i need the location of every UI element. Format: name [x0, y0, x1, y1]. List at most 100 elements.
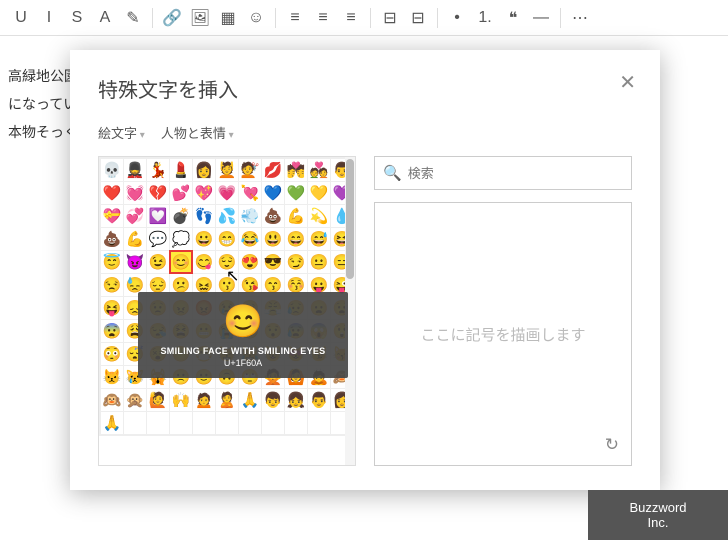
toolbar-btn[interactable]: 1. [472, 5, 498, 31]
toolbar-btn[interactable]: ⊟ [405, 5, 431, 31]
search-box[interactable]: 🔍 [374, 156, 632, 190]
emoji-cell[interactable]: 💟 [147, 205, 169, 227]
emoji-cell[interactable]: 🙉 [101, 389, 123, 411]
emoji-cell[interactable] [124, 412, 146, 434]
toolbar-btn[interactable]: S [64, 5, 90, 31]
toolbar-btn[interactable]: 🖼 [187, 5, 213, 31]
emoji-cell[interactable]: 💆 [216, 159, 238, 181]
emoji-cell[interactable]: 🙍 [193, 389, 215, 411]
emoji-cell[interactable]: 🙋 [147, 389, 169, 411]
emoji-cell[interactable]: 👣 [193, 205, 215, 227]
toolbar-btn[interactable]: • [444, 5, 470, 31]
emoji-cell[interactable]: 💔 [147, 182, 169, 204]
toolbar-btn[interactable]: ✎ [120, 5, 146, 31]
emoji-cell[interactable]: 💝 [101, 205, 123, 227]
emoji-cell[interactable]: 💫 [308, 205, 330, 227]
emoji-cell[interactable]: 👩 [193, 159, 215, 181]
emoji-cell[interactable]: 💩 [101, 228, 123, 250]
emoji-cell[interactable]: 😃 [262, 228, 284, 250]
emoji-cell[interactable]: 💞 [124, 205, 146, 227]
emoji-cell[interactable]: 💀 [101, 159, 123, 181]
emoji-cell[interactable]: 💏 [285, 159, 307, 181]
toolbar-btn[interactable]: ▦ [215, 5, 241, 31]
emoji-cell[interactable] [239, 412, 261, 434]
emoji-cell[interactable]: 😨 [101, 320, 123, 342]
emoji-cell[interactable]: 💄 [170, 159, 192, 181]
emoji-cell[interactable]: 💋 [262, 159, 284, 181]
emoji-cell[interactable]: 💇 [239, 159, 261, 181]
emoji-cell[interactable] [193, 412, 215, 434]
emoji-cell[interactable]: 😝 [101, 297, 123, 319]
emoji-cell[interactable]: 😒 [101, 274, 123, 296]
toolbar-btn[interactable]: I [36, 5, 62, 31]
emoji-cell[interactable]: 💙 [262, 182, 284, 204]
emoji-cell[interactable]: 🙏 [239, 389, 261, 411]
toolbar-btn[interactable]: ⊟ [377, 5, 403, 31]
scrollbar-thumb[interactable] [346, 159, 354, 279]
emoji-cell[interactable]: 😉 [147, 251, 169, 273]
emoji-cell[interactable]: 💭 [170, 228, 192, 250]
toolbar-btn[interactable]: ❝ [500, 5, 526, 31]
emoji-cell[interactable]: ❤️ [101, 182, 123, 204]
emoji-cell[interactable] [147, 412, 169, 434]
emoji-cell[interactable]: 💑 [308, 159, 330, 181]
emoji-cell[interactable]: 😐 [308, 251, 330, 273]
emoji-cell[interactable]: 💨 [239, 205, 261, 227]
emoji-cell[interactable]: 💃 [147, 159, 169, 181]
toolbar-btn[interactable]: 🔗 [159, 5, 185, 31]
emoji-cell[interactable]: 💛 [308, 182, 330, 204]
emoji-cell[interactable]: 😏 [285, 251, 307, 273]
toolbar-btn[interactable]: ≡ [282, 5, 308, 31]
category-selector-main[interactable]: 絵文字 [98, 123, 145, 142]
emoji-cell[interactable]: 💩 [262, 205, 284, 227]
emoji-cell[interactable]: 😳 [101, 343, 123, 365]
emoji-cell[interactable]: 😀 [193, 228, 215, 250]
emoji-cell[interactable]: 😎 [262, 251, 284, 273]
toolbar-btn[interactable]: A [92, 5, 118, 31]
emoji-cell[interactable]: 💘 [239, 182, 261, 204]
emoji-cell[interactable] [216, 412, 238, 434]
toolbar-btn[interactable]: ⋯ [567, 5, 593, 31]
toolbar-btn[interactable]: ☺ [243, 5, 269, 31]
draw-area[interactable]: ここに記号を描画します ↻ [374, 202, 632, 466]
toolbar-btn[interactable]: ≡ [338, 5, 364, 31]
emoji-cell[interactable]: 👨 [308, 389, 330, 411]
emoji-cell[interactable]: 💪 [124, 228, 146, 250]
emoji-cell[interactable] [262, 412, 284, 434]
toolbar-btn[interactable]: U [8, 5, 34, 31]
emoji-cell[interactable]: 🙌 [170, 389, 192, 411]
emoji-cell[interactable]: 😾 [101, 366, 123, 388]
toolbar-btn[interactable]: ≡ [310, 5, 336, 31]
emoji-cell[interactable]: 💂 [124, 159, 146, 181]
emoji-cell[interactable]: 💕 [170, 182, 192, 204]
emoji-cell[interactable]: 😁 [216, 228, 238, 250]
emoji-cell[interactable]: 😋 [193, 251, 215, 273]
emoji-cell[interactable]: 🙊 [124, 389, 146, 411]
reset-icon[interactable]: ↻ [605, 435, 619, 455]
emoji-cell[interactable]: 💬 [147, 228, 169, 250]
emoji-cell[interactable]: 👦 [262, 389, 284, 411]
emoji-cell[interactable]: 😅 [308, 228, 330, 250]
emoji-cell[interactable]: 💖 [193, 182, 215, 204]
emoji-cell[interactable]: 💚 [285, 182, 307, 204]
emoji-cell[interactable]: 😄 [285, 228, 307, 250]
search-input[interactable] [408, 166, 623, 181]
emoji-cell[interactable]: 💓 [124, 182, 146, 204]
emoji-cell[interactable]: 😊 [170, 251, 192, 273]
emoji-cell[interactable]: 😍 [239, 251, 261, 273]
emoji-cell[interactable]: 😇 [101, 251, 123, 273]
emoji-cell[interactable]: 😈 [124, 251, 146, 273]
emoji-cell[interactable]: 💣 [170, 205, 192, 227]
emoji-cell[interactable] [170, 412, 192, 434]
emoji-cell[interactable]: 💦 [216, 205, 238, 227]
toolbar-btn[interactable]: — [528, 5, 554, 31]
emoji-cell[interactable]: 💗 [216, 182, 238, 204]
emoji-cell[interactable]: 😂 [239, 228, 261, 250]
emoji-cell[interactable]: 🙎 [216, 389, 238, 411]
category-selector-sub[interactable]: 人物と表情 [161, 123, 234, 142]
emoji-cell[interactable]: 💪 [285, 205, 307, 227]
emoji-cell[interactable] [285, 412, 307, 434]
emoji-cell[interactable] [308, 412, 330, 434]
emoji-cell[interactable]: 🙏 [101, 412, 123, 434]
emoji-cell[interactable]: 👧 [285, 389, 307, 411]
